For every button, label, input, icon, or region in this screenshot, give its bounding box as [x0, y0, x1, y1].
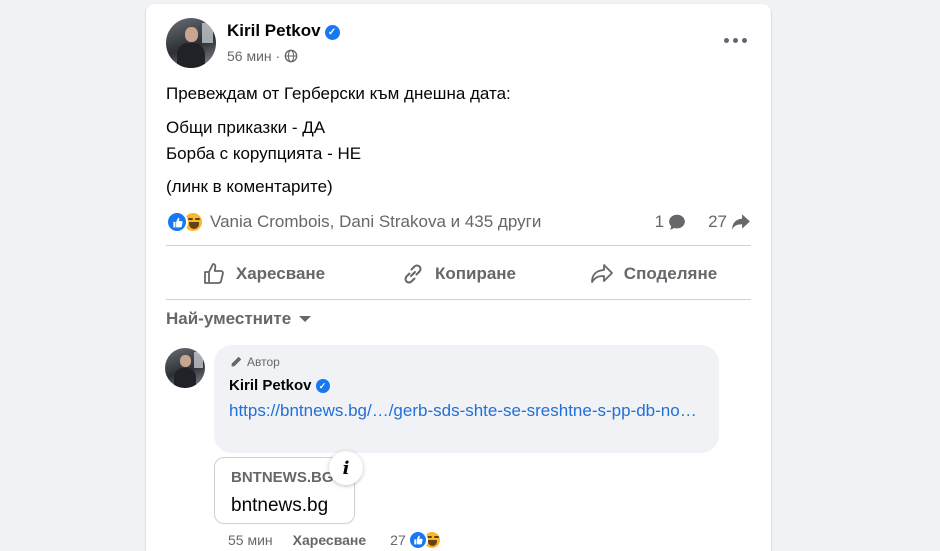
copy-label: Копиране [434, 264, 517, 283]
comment-count-value: 1 [654, 212, 665, 231]
sort-label: Най-уместните [166, 309, 292, 328]
comment-reaction-icons[interactable] [407, 530, 442, 550]
comment-avatar[interactable] [165, 348, 205, 388]
reactions-summary: Vania Crombois, Dani Strakova и 435 друг… [166, 210, 751, 234]
like-label: Харесване [235, 264, 326, 283]
reactors-text[interactable]: Vania Crombois, Dani Strakova и 435 друг… [210, 212, 541, 232]
share-label: Споделяне [623, 264, 718, 283]
link-copy-icon [404, 264, 422, 284]
more-options-button[interactable] [717, 28, 753, 52]
comment-link[interactable]: https://bntnews.bg/…/gerb-sds-shte-se-sr… [229, 398, 699, 423]
comment-reaction-count[interactable]: 27 [390, 532, 406, 548]
caret-down-icon [299, 316, 312, 322]
author-badge: Автор [229, 355, 280, 369]
post-time[interactable]: 56 мин · [227, 48, 280, 64]
comment-author-name[interactable]: Kiril Petkov [229, 377, 312, 394]
preview-domain: BNTNEWS.BG [231, 469, 334, 486]
comment-bubble: Автор Kiril Petkov ✓ https://bntnews.bg/…… [214, 345, 719, 453]
comment-time[interactable]: 55 мин [228, 532, 273, 548]
post-text-line: Общи приказки - ДА [166, 118, 326, 137]
share-icon [590, 264, 613, 283]
comment-count[interactable]: 1 [655, 212, 686, 232]
reaction-icons[interactable] [166, 211, 204, 233]
post-card: Kiril Petkov ✓ 56 мин · Превеждам от Герб… [146, 4, 771, 551]
share-count[interactable]: 27 [708, 212, 751, 232]
share-count-value: 27 [708, 212, 727, 231]
comment-like-button[interactable]: Харесване [293, 532, 367, 548]
more-icon [723, 37, 729, 43]
post-text-line: (линк в коментарите) [166, 177, 333, 196]
share-button[interactable]: Споделяне [556, 253, 751, 295]
comment-sort-dropdown[interactable]: Най-уместните [166, 309, 312, 329]
verified-badge-icon: ✓ [324, 25, 340, 40]
post-text-line: Борба с корупцията - НЕ [166, 144, 362, 163]
post-text-line: Превеждам от Герберски към днешна дата: [166, 84, 511, 103]
like-reaction-icon [407, 530, 428, 550]
verified-badge-icon: ✓ [315, 379, 330, 393]
action-bar: Харесване Копиране Споделяне [166, 253, 751, 295]
copy-button[interactable]: Копиране [361, 253, 556, 295]
pencil-icon [231, 356, 242, 367]
post-author[interactable]: Kiril Petkov ✓ [227, 21, 340, 41]
thumbs-up-icon [203, 263, 224, 284]
comment-author[interactable]: Kiril Petkov ✓ [229, 377, 330, 394]
like-reaction-icon [166, 211, 188, 233]
engagement-counts: 1 27 [655, 212, 751, 232]
globe-icon [284, 49, 298, 63]
comment-footer: 55 мин Харесване 27 [228, 530, 468, 550]
comment-icon [669, 214, 685, 230]
divider [166, 245, 751, 246]
author-badge-label: Автор [247, 355, 280, 369]
preview-title: bntnews.bg [231, 495, 329, 516]
like-button[interactable]: Харесване [166, 253, 361, 295]
info-icon[interactable]: i [329, 451, 363, 485]
post-author-name[interactable]: Kiril Petkov [227, 21, 321, 40]
divider [166, 299, 751, 300]
share-arrow-icon [732, 214, 750, 230]
post-meta: 56 мин · [227, 48, 298, 64]
author-avatar[interactable] [166, 18, 216, 68]
